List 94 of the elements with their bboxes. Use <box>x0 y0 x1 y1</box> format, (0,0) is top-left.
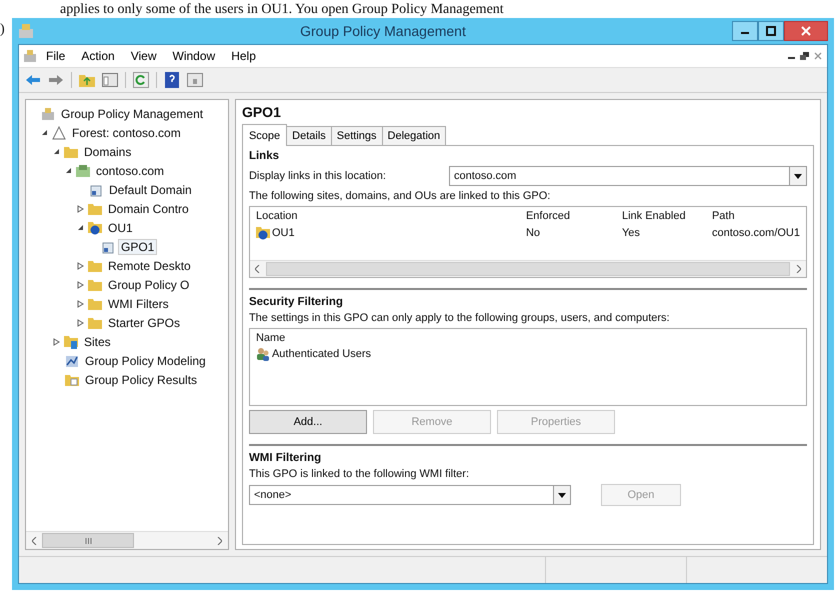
folder-icon <box>64 334 78 348</box>
location-dropdown[interactable]: contoso.com <box>448 166 807 186</box>
tree-item[interactable]: Remote Deskto <box>105 258 194 274</box>
collapsed-arrow-icon[interactable] <box>77 318 84 326</box>
list-item[interactable]: Authenticated Users <box>272 348 372 360</box>
script-icon <box>101 240 115 254</box>
column-header[interactable]: Path <box>712 210 800 222</box>
folder-info-icon <box>256 226 270 240</box>
table-cell-text: No <box>526 227 542 239</box>
collapsed-arrow-icon[interactable] <box>77 280 84 288</box>
users-icon <box>256 347 270 361</box>
collapsed-arrow-icon[interactable] <box>77 262 84 270</box>
maximize-button[interactable] <box>758 21 784 41</box>
scroll-right-icon[interactable] <box>217 536 222 544</box>
tree-item[interactable]: Group Policy Modeling <box>82 352 209 368</box>
folder-icon <box>88 316 102 328</box>
folder-icon <box>88 260 102 272</box>
folder-info-icon <box>88 220 102 234</box>
column-header[interactable]: Link Enabled <box>622 210 712 222</box>
tab[interactable]: Details <box>286 126 332 145</box>
tree-item[interactable]: Starter GPOs <box>105 314 184 330</box>
column-header[interactable]: Name <box>256 332 800 344</box>
tree-item[interactable]: Default Domain <box>106 182 195 198</box>
expanded-arrow-icon[interactable] <box>77 224 84 231</box>
collapsed-arrow-icon[interactable] <box>53 338 60 346</box>
list-marker: ) <box>0 22 5 38</box>
expanded-arrow-icon[interactable] <box>41 129 48 136</box>
expanded-arrow-icon[interactable] <box>53 148 60 155</box>
close-icon[interactable] <box>813 51 823 61</box>
restore-icon[interactable] <box>799 51 811 61</box>
folder-icon <box>64 146 78 158</box>
tree-item[interactable]: Group Policy Results <box>82 372 200 388</box>
close-button[interactable] <box>784 21 828 41</box>
caption-text: The following sites, domains, and OUs are linked to this GPO: <box>248 190 552 202</box>
tree-item[interactable]: contoso.com <box>93 162 168 178</box>
expanded-arrow-icon[interactable] <box>65 167 72 174</box>
tree-item[interactable]: Domain Contro <box>105 200 192 216</box>
back-arrow-icon[interactable] <box>25 74 41 86</box>
tab[interactable]: Scope <box>242 124 288 146</box>
field-label: Display links in this location: <box>248 170 387 182</box>
table-cell[interactable]: OU1 <box>272 227 295 239</box>
tree-item[interactable]: Sites <box>81 334 114 350</box>
folder-icon <box>88 202 102 214</box>
grip-icon[interactable] <box>84 538 92 544</box>
menu-item[interactable]: Action <box>74 47 122 65</box>
scroll-left-icon[interactable] <box>32 536 36 544</box>
table-cell-text: Yes <box>622 227 641 239</box>
forward-arrow-icon[interactable] <box>48 74 64 86</box>
console-icon <box>41 106 55 120</box>
horizontal-scrollbar[interactable] <box>26 531 228 549</box>
column-header[interactable]: Enforced <box>526 210 622 222</box>
folder-icon <box>65 374 79 386</box>
caption-text: The settings in this GPO can only apply to the following groups, users, and computers: <box>248 312 671 324</box>
tab[interactable]: Delegation <box>382 126 446 145</box>
menu-item[interactable]: Window <box>166 47 222 65</box>
maximize-icon[interactable] <box>766 26 776 36</box>
horizontal-scrollbar[interactable] <box>250 260 806 277</box>
folder-icon <box>88 278 102 290</box>
app-icon <box>23 49 37 63</box>
tree-item[interactable]: Group Policy O <box>105 276 192 292</box>
tree-item[interactable]: Forest: contoso.com <box>69 124 184 140</box>
table-cell: contoso.com/OU1 <box>712 227 800 239</box>
collapsed-arrow-icon[interactable] <box>77 300 84 308</box>
dropdown-arrow-icon[interactable] <box>558 492 566 498</box>
scroll-left-icon[interactable] <box>255 265 260 273</box>
tree-item[interactable]: Group Policy Management <box>58 106 206 122</box>
tree-item[interactable]: GPO1 <box>118 238 158 254</box>
tab[interactable]: Settings <box>330 126 383 145</box>
section-heading: WMI Filtering <box>248 452 322 464</box>
section-heading: Security Filtering <box>248 296 344 308</box>
window-title: Group Policy Management <box>299 23 467 39</box>
dropdown-arrow-icon[interactable] <box>794 174 802 178</box>
action-button[interactable]: Add... <box>248 410 367 434</box>
menu-item[interactable]: View <box>124 47 164 65</box>
section-heading: Links <box>248 150 280 162</box>
menu-item[interactable]: Help <box>224 47 263 65</box>
app-icon <box>18 23 34 39</box>
collapsed-arrow-icon[interactable] <box>77 204 84 212</box>
minimize-button[interactable] <box>732 21 758 41</box>
script-icon <box>89 182 103 196</box>
scroll-right-icon[interactable] <box>796 265 800 273</box>
pane-title: GPO1 <box>242 104 282 120</box>
chart-icon <box>65 354 79 368</box>
menu-item[interactable]: File <box>39 47 72 65</box>
document-text: applies to only some of the users in OU1. You open Group Policy Management <box>59 2 504 18</box>
tree-item[interactable]: Domains <box>81 144 134 160</box>
tree-item[interactable]: WMI Filters <box>105 296 172 312</box>
column-header[interactable]: Location <box>256 210 526 222</box>
domain-icon <box>76 164 90 176</box>
tree-item[interactable]: OU1 <box>105 220 136 236</box>
triangle-icon <box>52 126 66 140</box>
folder-icon <box>88 298 102 310</box>
caption-text: This GPO is linked to the following WMI filter: <box>248 468 470 480</box>
wmi-filter-dropdown[interactable]: <none> <box>248 485 571 505</box>
